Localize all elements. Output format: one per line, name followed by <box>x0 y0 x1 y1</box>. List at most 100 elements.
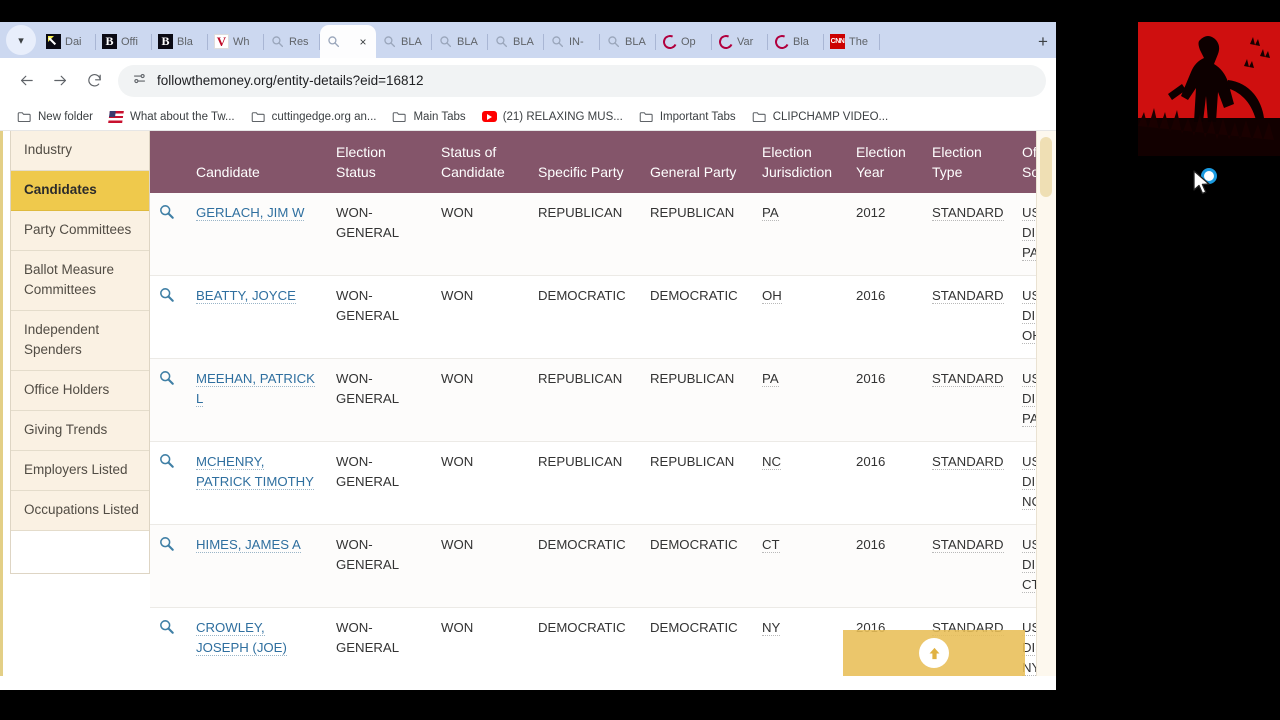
cell-election-jurisdiction[interactable]: PA <box>754 193 848 276</box>
magnifier-icon[interactable] <box>158 286 175 303</box>
table-row[interactable]: HIMES, JAMES A WON-GENERAL WON DEMOCRATIC DE… <box>150 524 1056 608</box>
election-jurisdiction-value[interactable]: PA <box>762 205 779 221</box>
table-row[interactable]: MCHENRY, PATRICK TIMOTHY WON-GENERAL WON RE… <box>150 441 1056 525</box>
candidate-link[interactable]: MCHENRY, PATRICK TIMOTHY <box>196 454 314 490</box>
candidate-link[interactable]: HIMES, JAMES A <box>196 537 301 553</box>
magnifier-icon[interactable] <box>158 535 175 552</box>
column-header[interactable]: General Party <box>642 131 754 193</box>
browser-tab[interactable]: B Bla <box>152 25 208 58</box>
browser-tab[interactable]: V Wh <box>208 25 264 58</box>
column-header[interactable]: Election Type <box>924 131 1014 193</box>
row-details-cell[interactable] <box>150 607 188 676</box>
candidate-link[interactable]: CROWLEY, JOSEPH (JOE) <box>196 620 287 656</box>
bookmark-item[interactable]: New folder <box>10 107 100 127</box>
sidebar-item-employers-listed[interactable]: Employers Listed <box>11 451 149 491</box>
browser-tab[interactable]: Res <box>264 25 320 58</box>
cell-candidate[interactable]: MEEHAN, PATRICK L <box>188 358 328 442</box>
cell-candidate[interactable]: CROWLEY, JOSEPH (JOE) <box>188 607 328 676</box>
browser-tab[interactable]: Var <box>712 25 768 58</box>
column-header[interactable] <box>150 131 188 193</box>
column-header[interactable]: Specific Party <box>530 131 642 193</box>
cell-election-type[interactable]: STANDARD <box>924 358 1014 442</box>
cell-candidate[interactable]: HIMES, JAMES A <box>188 524 328 608</box>
cell-election-jurisdiction[interactable]: OH <box>754 275 848 359</box>
close-icon[interactable]: × <box>356 35 370 49</box>
bookmark-item[interactable]: Main Tabs <box>385 107 472 127</box>
back-to-top-button[interactable] <box>843 630 1025 676</box>
address-bar[interactable]: followthemoney.org/entity-details?eid=16… <box>118 64 1046 97</box>
candidate-link[interactable]: MEEHAN, PATRICK L <box>196 371 315 407</box>
scrollbar-thumb[interactable] <box>1040 137 1052 197</box>
browser-tab[interactable]: BLA <box>488 25 544 58</box>
election-type-value[interactable]: STANDARD <box>932 371 1004 387</box>
bookmark-item[interactable]: cuttingedge.org an... <box>244 107 384 127</box>
sidebar-item-office-holders[interactable]: Office Holders <box>11 371 149 411</box>
sidebar-item-industry[interactable]: Industry <box>11 131 149 171</box>
row-details-cell[interactable] <box>150 524 188 608</box>
column-header[interactable]: Election Jurisdiction <box>754 131 848 193</box>
table-row[interactable]: MEEHAN, PATRICK L WON-GENERAL WON REPUBLICA… <box>150 358 1056 442</box>
tab-search-chevron-icon[interactable]: ▾ <box>6 25 36 55</box>
site-settings-icon[interactable] <box>132 71 147 91</box>
table-row[interactable]: BEATTY, JOYCE WON-GENERAL WON DEMOCRATIC DEM… <box>150 275 1056 359</box>
cell-candidate[interactable]: BEATTY, JOYCE <box>188 275 328 359</box>
bookmark-item[interactable]: Important Tabs <box>632 107 743 127</box>
sidebar-item-candidates[interactable]: Candidates <box>11 171 149 211</box>
browser-tab[interactable]: BLA <box>600 25 656 58</box>
row-details-cell[interactable] <box>150 441 188 525</box>
page-vertical-scrollbar[interactable] <box>1036 131 1056 676</box>
browser-tab[interactable]: IN- <box>544 25 600 58</box>
browser-tab[interactable]: B Offi <box>96 25 152 58</box>
magnifier-icon[interactable] <box>158 452 175 469</box>
sidebar-item-occupations-listed[interactable]: Occupations Listed <box>11 491 149 531</box>
cell-candidate[interactable]: MCHENRY, PATRICK TIMOTHY <box>188 441 328 525</box>
browser-tab[interactable]: × <box>320 25 376 58</box>
candidate-link[interactable]: BEATTY, JOYCE <box>196 288 296 304</box>
bookmark-item[interactable]: What about the Tw... <box>102 107 242 127</box>
election-jurisdiction-value[interactable]: OH <box>762 288 782 304</box>
cell-election-jurisdiction[interactable]: NC <box>754 441 848 525</box>
table-row[interactable]: GERLACH, JIM W WON-GENERAL WON REPUBLICAN RE… <box>150 193 1056 276</box>
column-header[interactable]: Candidate <box>188 131 328 193</box>
browser-tab[interactable]: BLA <box>432 25 488 58</box>
browser-tab[interactable]: BLA <box>376 25 432 58</box>
cell-election-type[interactable]: STANDARD <box>924 193 1014 276</box>
bookmark-item[interactable]: CLIPCHAMP VIDEO... <box>745 107 895 127</box>
forward-button[interactable] <box>44 65 76 97</box>
bookmark-item[interactable]: (21) RELAXING MUS... <box>475 107 630 127</box>
cell-election-type[interactable]: STANDARD <box>924 441 1014 525</box>
sidebar-item-ballot-measure-committees[interactable]: Ballot Measure Committees <box>11 251 149 311</box>
sidebar-item-giving-trends[interactable]: Giving Trends <box>11 411 149 451</box>
election-type-value[interactable]: STANDARD <box>932 454 1004 470</box>
column-header[interactable]: Election Status <box>328 131 433 193</box>
row-details-cell[interactable] <box>150 358 188 442</box>
cell-election-jurisdiction[interactable]: PA <box>754 358 848 442</box>
cell-candidate[interactable]: GERLACH, JIM W <box>188 193 328 276</box>
cell-election-type[interactable]: STANDARD <box>924 524 1014 608</box>
column-header[interactable]: Election Year <box>848 131 924 193</box>
browser-tab[interactable]: CNN The <box>824 25 880 58</box>
new-tab-button[interactable]: + <box>1030 29 1056 55</box>
magnifier-icon[interactable] <box>158 618 175 635</box>
cell-election-type[interactable]: STANDARD <box>924 275 1014 359</box>
election-jurisdiction-value[interactable]: NY <box>762 620 781 636</box>
sidebar-item-party-committees[interactable]: Party Committees <box>11 211 149 251</box>
election-jurisdiction-value[interactable]: CT <box>762 537 780 553</box>
election-jurisdiction-value[interactable]: PA <box>762 371 779 387</box>
browser-tab[interactable]: Dai <box>40 25 96 58</box>
magnifier-icon[interactable] <box>158 369 175 386</box>
column-header[interactable]: Status of Candidate <box>433 131 530 193</box>
row-details-cell[interactable] <box>150 193 188 276</box>
election-type-value[interactable]: STANDARD <box>932 537 1004 553</box>
election-type-value[interactable]: STANDARD <box>932 288 1004 304</box>
sidebar-item-independent-spenders[interactable]: Independent Spenders <box>11 311 149 371</box>
election-jurisdiction-value[interactable]: NC <box>762 454 782 470</box>
back-button[interactable] <box>10 65 42 97</box>
reload-button[interactable] <box>78 65 110 97</box>
browser-tab[interactable]: Bla <box>768 25 824 58</box>
candidate-link[interactable]: GERLACH, JIM W <box>196 205 305 221</box>
cell-election-jurisdiction[interactable]: NY <box>754 607 848 676</box>
cell-election-jurisdiction[interactable]: CT <box>754 524 848 608</box>
magnifier-icon[interactable] <box>158 203 175 220</box>
row-details-cell[interactable] <box>150 275 188 359</box>
